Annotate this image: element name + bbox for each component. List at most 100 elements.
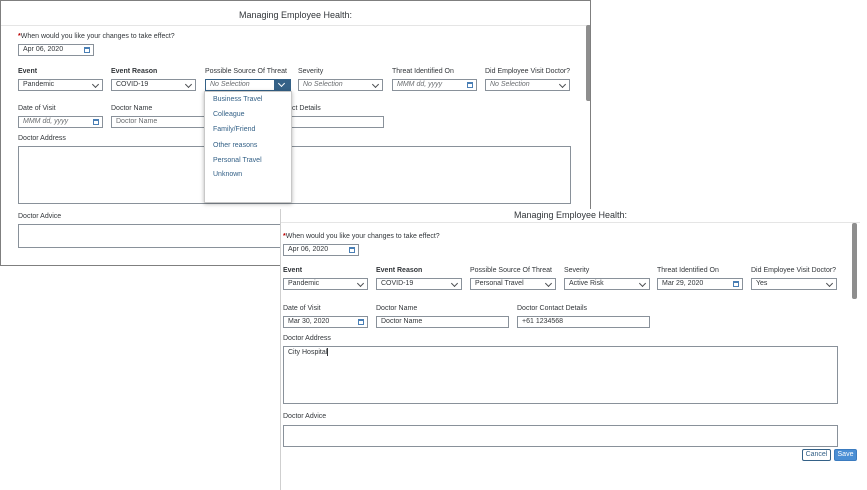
contact-details-input[interactable]: +61 1234568 <box>517 316 650 328</box>
severity-value: No Selection <box>303 81 343 88</box>
calendar-icon[interactable] <box>358 319 364 325</box>
chevron-down-icon[interactable] <box>638 279 647 288</box>
calendar-icon[interactable] <box>349 247 355 253</box>
option-business-travel[interactable]: Business Travel <box>213 96 262 103</box>
doctor-name-value: Doctor Name <box>381 318 423 325</box>
event-reason-select[interactable]: COVID-19 <box>111 79 196 91</box>
visit-doctor-label: Did Employee Visit Doctor? <box>485 68 571 75</box>
contact-details-value: +61 1234568 <box>522 318 564 325</box>
event-reason-select[interactable]: COVID-19 <box>376 278 462 290</box>
doctor-advice-textarea[interactable] <box>283 425 838 447</box>
visit-date-label: Date of Visit <box>283 305 321 312</box>
threat-date-label: Threat Identified On <box>392 68 454 75</box>
chevron-down-icon[interactable] <box>356 279 365 288</box>
save-button[interactable]: Save <box>834 449 857 461</box>
effective-date-input[interactable]: Apr 06, 2020 <box>283 244 359 256</box>
event-value: Pandemic <box>288 280 320 287</box>
option-colleague[interactable]: Colleague <box>213 111 245 118</box>
doctor-name-input[interactable]: Doctor Name <box>111 116 205 128</box>
source-value: Personal Travel <box>475 280 524 287</box>
visit-doctor-value: Yes <box>756 280 768 287</box>
threat-date-label: Threat Identified On <box>657 267 719 274</box>
visit-doctor-select[interactable]: Yes <box>751 278 837 290</box>
doctor-address-textarea[interactable]: City Hospital <box>283 346 838 404</box>
severity-label: Severity <box>564 267 590 274</box>
option-personal-travel[interactable]: Personal Travel <box>213 157 262 164</box>
calendar-icon[interactable] <box>84 47 90 53</box>
threat-date-value: MMM dd, yyyy <box>397 81 443 88</box>
source-dropdown-list: Business Travel Colleague Family/Friend … <box>204 91 292 203</box>
doctor-advice-textarea[interactable] <box>18 224 288 248</box>
contact-details-label: Doctor Contact Details <box>517 305 588 312</box>
chevron-down-icon[interactable] <box>825 279 834 288</box>
visit-date-input[interactable]: Mar 30, 2020 <box>283 316 368 328</box>
doctor-name-input[interactable]: Doctor Name <box>376 316 509 328</box>
contact-details-label: ct Details <box>292 105 321 112</box>
cancel-button[interactable]: Cancel <box>802 449 831 461</box>
source-label: Possible Source Of Threat <box>470 267 552 274</box>
visit-doctor-label: Did Employee Visit Doctor? <box>751 267 837 274</box>
event-label: Event <box>283 267 303 274</box>
source-label: Possible Source Of Threat <box>205 68 287 75</box>
effective-date-value: Apr 06, 2020 <box>288 246 329 253</box>
visit-doctor-select[interactable]: No Selection <box>485 79 570 91</box>
visit-date-label: Date of Visit <box>18 105 56 112</box>
event-reason-label: Event Reason <box>111 68 158 75</box>
chevron-down-icon[interactable] <box>558 80 567 89</box>
dialog-title: Managing Employee Health: <box>281 210 860 223</box>
event-reason-value: COVID-19 <box>116 81 149 88</box>
visit-date-value: MMM dd, yyyy <box>23 118 69 125</box>
threat-date-value: Mar 29, 2020 <box>662 280 704 287</box>
effective-date-prompt: *When would you like your changes to tak… <box>18 33 175 40</box>
doctor-name-label: Doctor Name <box>111 105 153 112</box>
calendar-icon[interactable] <box>467 82 473 88</box>
source-select[interactable]: Personal Travel <box>470 278 556 290</box>
effective-date-prompt: *When would you like your changes to tak… <box>283 233 440 240</box>
event-value: Pandemic <box>23 81 55 88</box>
option-other-reasons[interactable]: Other reasons <box>213 142 257 149</box>
doctor-advice-label: Doctor Advice <box>18 213 62 220</box>
doctor-advice-label: Doctor Advice <box>283 413 327 420</box>
severity-value: Active Risk <box>569 280 604 287</box>
effective-date-value: Apr 06, 2020 <box>23 46 64 53</box>
form-dialog-filled: Managing Employee Health: *When would yo… <box>280 209 860 490</box>
calendar-icon[interactable] <box>733 281 739 287</box>
dialog-title: Managing Employee Health: <box>1 10 590 26</box>
contact-details-input[interactable] <box>291 116 384 128</box>
doctor-name-label: Doctor Name <box>376 305 418 312</box>
doctor-address-textarea[interactable] <box>18 146 571 204</box>
chevron-down-icon[interactable] <box>277 80 286 88</box>
chevron-down-icon[interactable] <box>184 80 193 89</box>
effective-date-input[interactable]: Apr 06, 2020 <box>18 44 94 56</box>
doctor-address-label: Doctor Address <box>18 135 66 142</box>
chevron-down-icon[interactable] <box>91 80 100 89</box>
text-cursor <box>327 348 329 357</box>
effective-date-prompt-text: When would you like your changes to take… <box>285 233 440 240</box>
event-label: Event <box>18 68 38 75</box>
calendar-icon[interactable] <box>93 119 99 125</box>
option-unknown[interactable]: Unknown <box>213 171 242 178</box>
severity-select[interactable]: Active Risk <box>564 278 650 290</box>
dropdown-toggle[interactable] <box>274 80 290 90</box>
effective-date-prompt-text: When would you like your changes to take… <box>20 33 175 40</box>
chevron-down-icon[interactable] <box>450 279 459 288</box>
threat-date-input[interactable]: MMM dd, yyyy <box>392 79 477 91</box>
event-reason-value: COVID-19 <box>381 280 414 287</box>
visit-doctor-value: No Selection <box>490 81 530 88</box>
chevron-down-icon[interactable] <box>544 279 553 288</box>
event-select[interactable]: Pandemic <box>18 79 103 91</box>
scrollbar[interactable] <box>852 223 857 299</box>
visit-date-value: Mar 30, 2020 <box>288 318 330 325</box>
doctor-address-value: City Hospital <box>288 349 328 356</box>
severity-label: Severity <box>298 68 324 75</box>
visit-date-input[interactable]: MMM dd, yyyy <box>18 116 103 128</box>
threat-date-input[interactable]: Mar 29, 2020 <box>657 278 743 290</box>
event-reason-label: Event Reason <box>376 267 423 274</box>
source-value: No Selection <box>210 81 250 88</box>
severity-select[interactable]: No Selection <box>298 79 383 91</box>
chevron-down-icon[interactable] <box>371 80 380 89</box>
event-select[interactable]: Pandemic <box>283 278 368 290</box>
scrollbar[interactable] <box>586 25 590 101</box>
source-select[interactable]: No Selection <box>205 79 291 91</box>
option-family-friend[interactable]: Family/Friend <box>213 126 255 133</box>
